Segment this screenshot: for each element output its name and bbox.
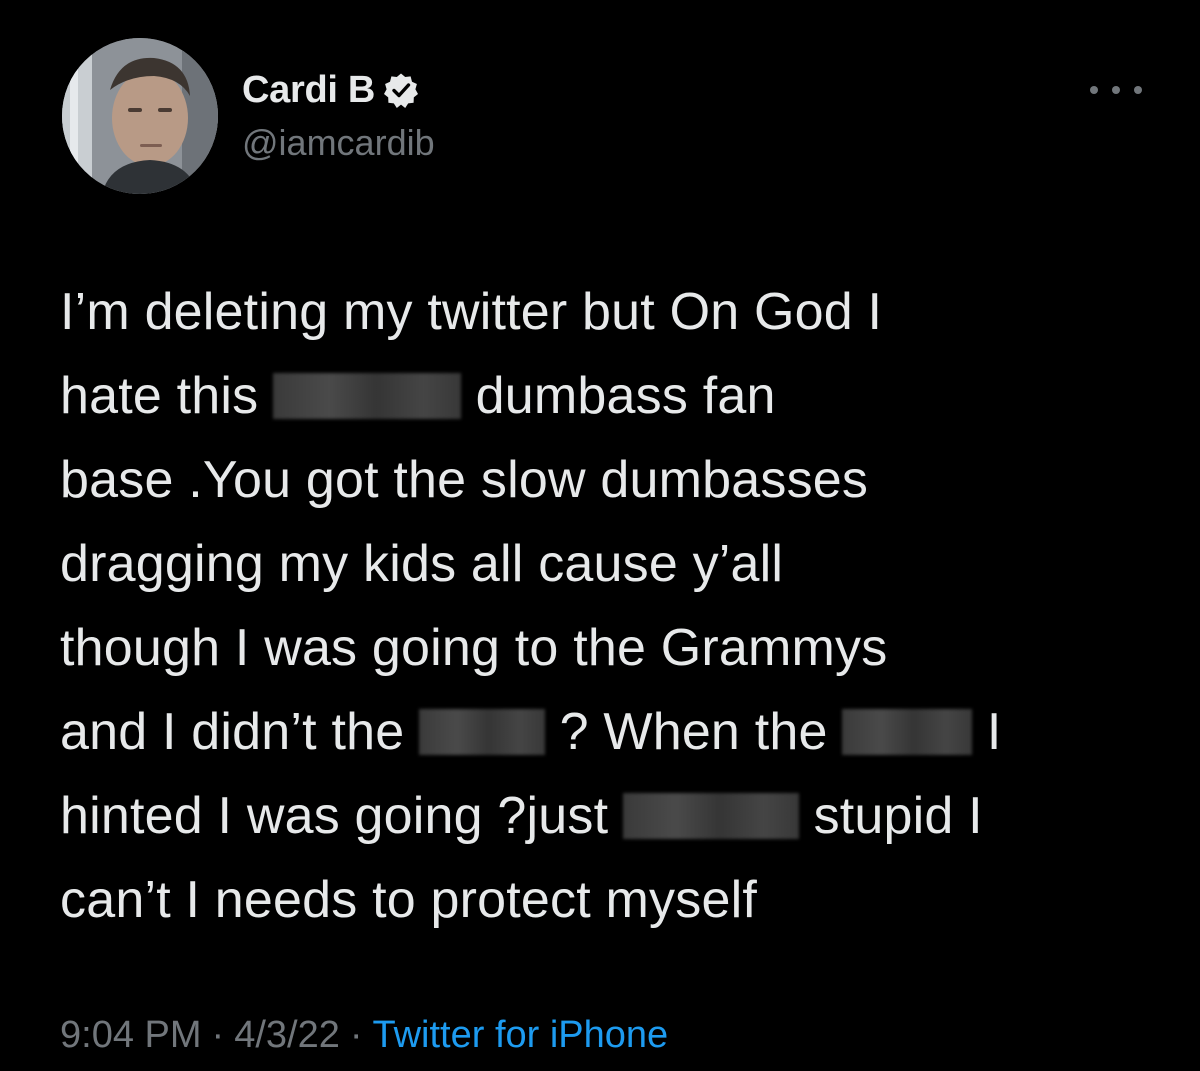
profile-photo-icon [62, 38, 218, 194]
more-options-icon[interactable] [1090, 72, 1142, 108]
tweet-text-segment: though I was going to the Grammys [60, 619, 888, 677]
avatar[interactable] [62, 38, 218, 194]
tweet-time[interactable]: 9:04 PM [60, 1014, 202, 1056]
tweet-line: hinted I was going ?just stupid I [60, 774, 1170, 858]
tweet-text-segment: can’t I needs to protect myself [60, 871, 757, 929]
redacted-word [622, 793, 799, 839]
author-name[interactable]: Cardi B [242, 69, 375, 112]
redacted-word [842, 709, 973, 755]
tweet-line: base .You got the slow dumbasses [60, 438, 1170, 522]
tweet-text-segment: hate this [60, 367, 274, 425]
tweet-line: though I was going to the Grammys [60, 606, 1170, 690]
redacted-word [419, 709, 545, 755]
tweet-line: dragging my kids all cause y’all [60, 522, 1170, 606]
meta-separator: · [349, 1014, 363, 1056]
tweet-text-segment: I’m deleting my twitter but On God I [60, 283, 883, 341]
redacted-word [273, 373, 462, 419]
tweet-text-segment: stupid I [798, 787, 983, 845]
author-handle[interactable]: @iamcardib [242, 122, 435, 164]
author-name-row: Cardi B [242, 64, 419, 116]
meta-separator: · [211, 1014, 225, 1056]
more-dot [1112, 86, 1120, 94]
tweet-text-segment: I [972, 703, 1002, 761]
tweet-line: hate this dumbass fan [60, 354, 1170, 438]
tweet-text-segment: ? When the [545, 703, 843, 761]
tweet-text-segment: dragging my kids all cause y’all [60, 535, 784, 593]
verified-badge-icon [383, 72, 419, 108]
tweet: Cardi B @iamcardib I’m deleting my twitt… [0, 0, 1200, 1071]
more-dot [1090, 86, 1098, 94]
tweet-text: I’m deleting my twitter but On God I hate… [60, 270, 1170, 942]
tweet-line: can’t I needs to protect myself [60, 858, 1170, 942]
tweet-line: and I didn’t the ? When the I [60, 690, 1170, 774]
tweet-meta: 9:04 PM · 4/3/22 · Twitter for iPhone [60, 1014, 668, 1057]
tweet-text-segment: dumbass fan [461, 367, 776, 425]
tweet-date[interactable]: 4/3/22 [234, 1014, 340, 1056]
tweet-text-segment: and I didn’t the [60, 703, 419, 761]
tweet-source-link[interactable]: Twitter for iPhone [373, 1014, 669, 1056]
tweet-text-segment: base .You got the slow dumbasses [60, 451, 869, 509]
tweet-line: I’m deleting my twitter but On God I [60, 270, 1170, 354]
more-dot [1134, 86, 1142, 94]
tweet-text-segment: hinted I was going ?just [60, 787, 623, 845]
